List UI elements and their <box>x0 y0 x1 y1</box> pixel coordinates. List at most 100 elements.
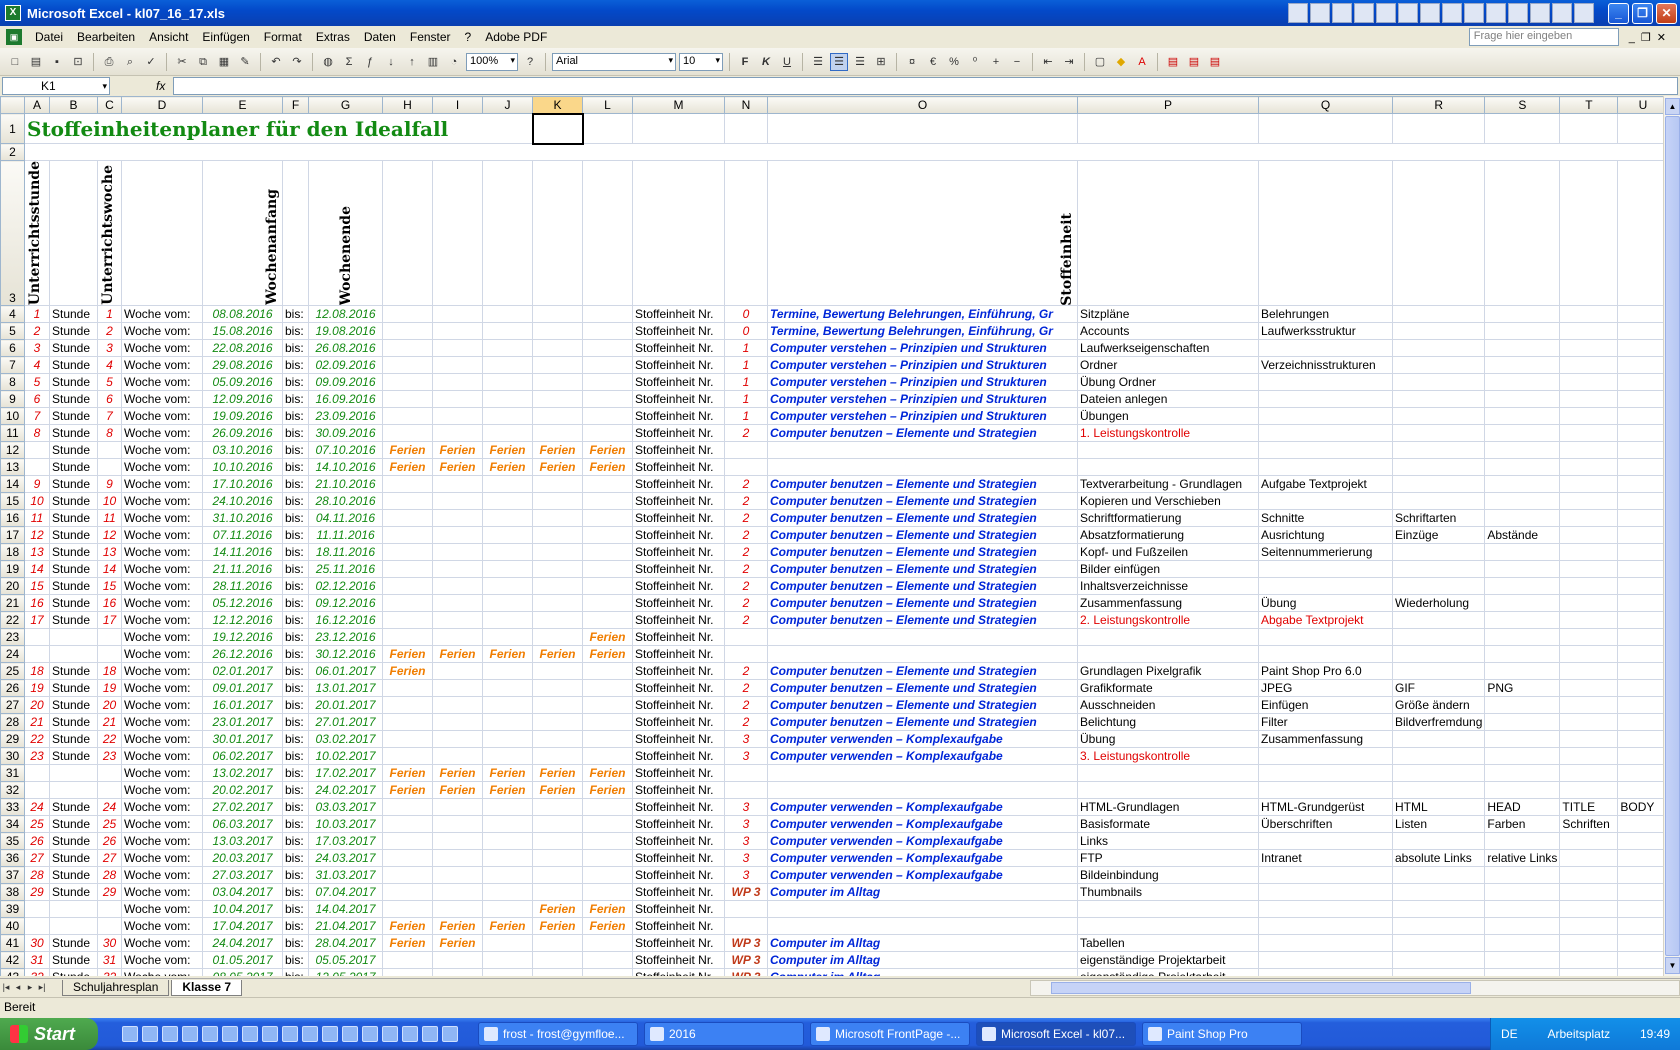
cell-h[interactable]: Ferien <box>382 662 433 681</box>
cell-s[interactable] <box>1484 441 1561 460</box>
cell-l[interactable]: Ferien <box>582 764 633 783</box>
cell-c[interactable] <box>97 628 122 647</box>
cell-r[interactable] <box>1391 968 1486 976</box>
cell-t[interactable] <box>1559 645 1619 664</box>
cell[interactable] <box>23 143 1669 161</box>
cell-f[interactable]: bis: <box>282 356 309 375</box>
task-folder[interactable]: 2016 <box>644 1022 804 1046</box>
cell-r[interactable]: Größe ändern <box>1391 696 1486 715</box>
cell-e[interactable]: 07.11.2016 <box>202 526 283 545</box>
cell-d[interactable]: Woche vom: <box>121 509 203 528</box>
cell-m[interactable]: Stoffeinheit Nr. <box>632 883 725 902</box>
cell-i[interactable] <box>432 713 483 732</box>
new-icon[interactable]: □ <box>6 53 24 71</box>
cell-l[interactable] <box>582 934 633 953</box>
cell-j[interactable] <box>482 339 533 358</box>
cell-j[interactable] <box>482 611 533 630</box>
cell-j[interactable]: Ferien <box>482 917 533 936</box>
help-icon[interactable]: ? <box>521 53 539 71</box>
cell-e[interactable]: 23.01.2017 <box>202 713 283 732</box>
cell-k[interactable]: Ferien <box>532 441 583 460</box>
cell-r[interactable]: Wiederholung <box>1391 594 1486 613</box>
cell-f[interactable]: bis: <box>282 730 309 749</box>
cell-q[interactable]: Verzeichnisstrukturen <box>1258 356 1393 375</box>
cell-i[interactable]: Ferien <box>432 781 483 800</box>
menu-daten[interactable]: Daten <box>357 30 403 44</box>
print-icon[interactable]: ⎙ <box>100 53 118 71</box>
cell-i[interactable] <box>432 798 483 817</box>
cell-p[interactable]: Tabellen <box>1077 934 1259 953</box>
row-header[interactable]: 34 <box>0 815 25 834</box>
cell-c[interactable]: 14 <box>97 560 122 579</box>
cell-d[interactable]: Woche vom: <box>121 390 203 409</box>
quicklaunch-icon[interactable] <box>202 1026 218 1042</box>
row-header[interactable]: 20 <box>0 577 25 596</box>
cell-b[interactable]: Stunde <box>49 475 98 494</box>
cell-i[interactable] <box>432 866 483 885</box>
row-header[interactable]: 17 <box>0 526 25 545</box>
cell-b[interactable]: Stunde <box>49 849 98 868</box>
cell-j[interactable] <box>482 900 533 919</box>
cell-c[interactable]: 12 <box>97 526 122 545</box>
cell-g[interactable]: 21.10.2016 <box>308 475 383 494</box>
cell-u[interactable] <box>1617 696 1669 715</box>
cell-u[interactable] <box>1617 866 1669 885</box>
font-color-icon[interactable]: A <box>1133 53 1151 71</box>
cell-m[interactable]: Stoffeinheit Nr. <box>632 645 725 664</box>
cell-a[interactable]: 18 <box>24 662 50 681</box>
app-icon[interactable] <box>1354 3 1374 23</box>
cell-q[interactable]: Abgabe Textprojekt <box>1258 611 1393 630</box>
cell[interactable] <box>724 159 768 307</box>
cell-b[interactable] <box>49 645 98 664</box>
row-header[interactable]: 22 <box>0 611 25 630</box>
cell-t[interactable] <box>1559 458 1619 477</box>
row-header[interactable]: 3 <box>0 159 25 307</box>
row-header[interactable]: 31 <box>0 764 25 783</box>
cell-a[interactable]: 3 <box>24 339 50 358</box>
cell-l[interactable]: Ferien <box>582 900 633 919</box>
cell-l[interactable] <box>582 424 633 443</box>
cell-h[interactable] <box>382 594 433 613</box>
task-paintshop[interactable]: Paint Shop Pro <box>1142 1022 1302 1046</box>
row-header[interactable]: 35 <box>0 832 25 851</box>
cell-g[interactable]: 16.09.2016 <box>308 390 383 409</box>
cell-u[interactable] <box>1617 883 1669 902</box>
cell-p[interactable]: Links <box>1077 832 1259 851</box>
sheet-title[interactable]: Stoffeinheitenplaner für den Idealfall <box>24 113 533 144</box>
cell-t[interactable] <box>1559 968 1619 976</box>
cell-b[interactable]: Stunde <box>49 968 98 976</box>
cell-q[interactable]: Laufwerksstruktur <box>1258 322 1393 341</box>
scroll-thumb[interactable] <box>1051 981 1471 994</box>
cell-p[interactable]: HTML-Grundlagen <box>1077 798 1259 817</box>
cell-e[interactable]: 10.10.2016 <box>202 458 283 477</box>
cell-c[interactable] <box>97 917 122 936</box>
row-header[interactable]: 24 <box>0 645 25 664</box>
column-header[interactable]: T <box>1559 96 1619 114</box>
cell-c[interactable]: 5 <box>97 373 122 392</box>
menu-datei[interactable]: Datei <box>28 30 70 44</box>
decrease-indent-icon[interactable]: ⇤ <box>1039 53 1057 71</box>
cell-c[interactable] <box>97 900 122 919</box>
row-header[interactable]: 29 <box>0 730 25 749</box>
cell-s[interactable] <box>1484 458 1561 477</box>
cell-f[interactable]: bis: <box>282 781 309 800</box>
cell-e[interactable]: 19.09.2016 <box>202 407 283 426</box>
cell-l[interactable] <box>582 883 633 902</box>
cell-r[interactable] <box>1391 951 1486 970</box>
cell-nn[interactable]: 3 <box>724 815 768 834</box>
cell-q[interactable] <box>1258 458 1393 477</box>
cell-a[interactable]: 32 <box>24 968 50 976</box>
menu-adobe-pdf[interactable]: Adobe PDF <box>478 30 554 44</box>
column-header[interactable]: S <box>1484 96 1561 114</box>
cell-nn[interactable]: WP 3 <box>724 934 768 953</box>
app-icon[interactable] <box>1420 3 1440 23</box>
cell-r[interactable] <box>1391 322 1486 341</box>
cell-f[interactable]: bis: <box>282 747 309 766</box>
cell-q[interactable] <box>1258 764 1393 783</box>
align-center-icon[interactable]: ☰ <box>830 52 848 71</box>
cell-o[interactable]: Computer benutzen – Elemente und Strateg… <box>767 509 1078 528</box>
cell-a[interactable]: 10 <box>24 492 50 511</box>
cell-p[interactable]: Basisformate <box>1077 815 1259 834</box>
cell-nn[interactable] <box>724 441 768 460</box>
cell-i[interactable] <box>432 968 483 976</box>
